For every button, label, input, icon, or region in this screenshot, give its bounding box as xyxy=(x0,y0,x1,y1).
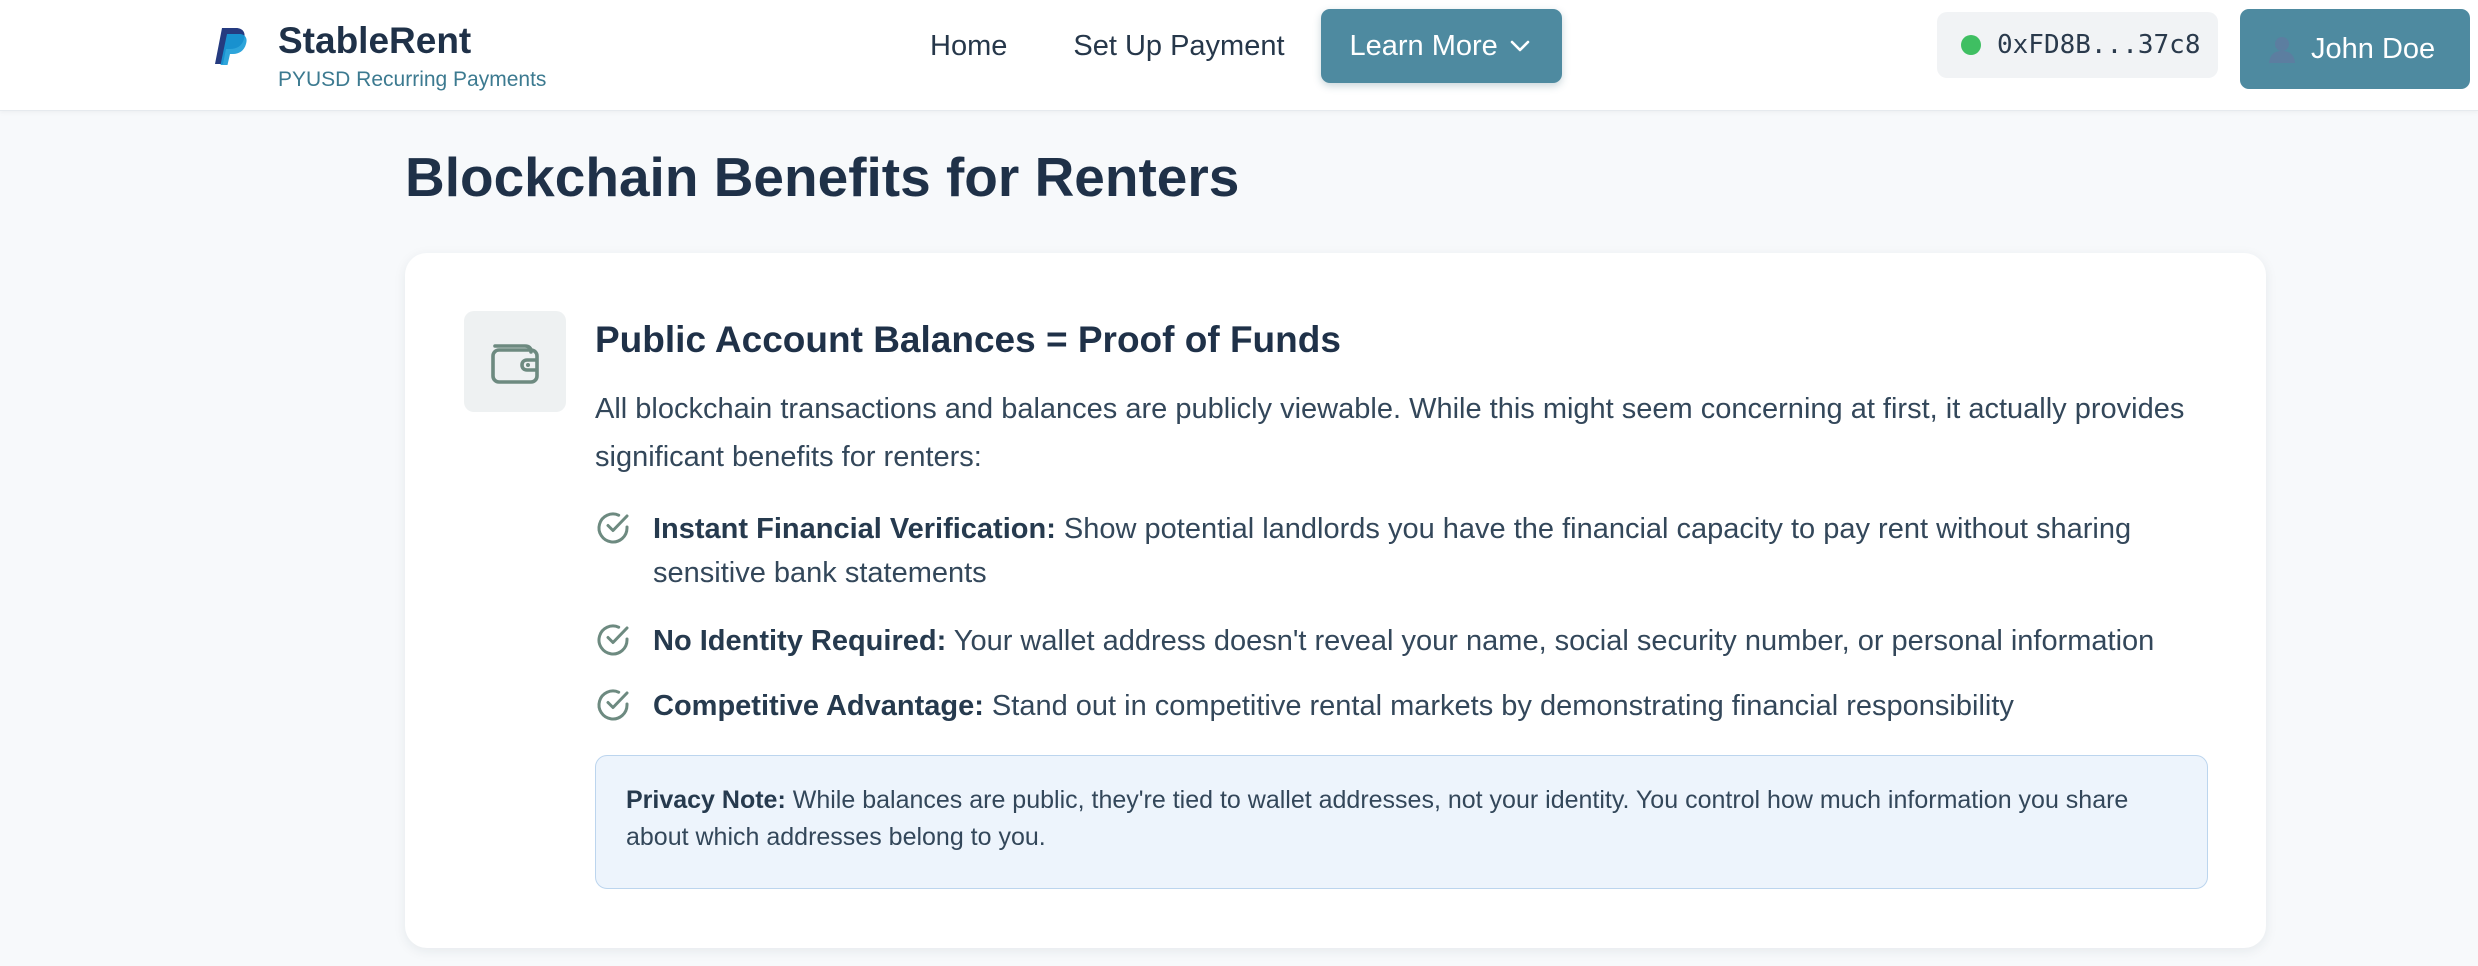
brand[interactable]: StableRent PYUSD Recurring Payments xyxy=(212,18,546,94)
nav-home-link[interactable]: Home xyxy=(930,30,1007,63)
benefit-title: Competitive Advantage: xyxy=(653,690,984,722)
wallet-icon xyxy=(491,343,539,384)
nav-setup-payment-link[interactable]: Set Up Payment xyxy=(1073,30,1284,63)
privacy-note-text: While balances are public, they're tied … xyxy=(626,786,2129,851)
check-circle-icon xyxy=(597,512,629,544)
brand-text: StableRent PYUSD Recurring Payments xyxy=(278,18,546,94)
feature-icon-box xyxy=(464,311,566,412)
benefit-text: Competitive Advantage: Stand out in comp… xyxy=(653,684,2014,728)
benefit-card: Public Account Balances = Proof of Funds… xyxy=(405,253,2266,948)
card-title: Public Account Balances = Proof of Funds xyxy=(595,319,1341,360)
page-title: Blockchain Benefits for Renters xyxy=(405,146,1240,208)
check-circle-icon xyxy=(597,689,629,721)
main-nav: Home Set Up Payment Learn More xyxy=(930,9,1562,83)
benefit-item: No Identity Required: Your wallet addres… xyxy=(595,619,2235,663)
benefit-title: Instant Financial Verification: xyxy=(653,513,1056,545)
wallet-address-chip[interactable]: 0xFD8B...37c8 xyxy=(1937,12,2218,78)
privacy-note: Privacy Note: While balances are public,… xyxy=(595,755,2208,889)
benefit-text: Instant Financial Verification: Show pot… xyxy=(653,507,2235,595)
benefit-title: No Identity Required: xyxy=(653,625,947,657)
connected-status-dot xyxy=(1961,35,1981,55)
learn-more-dropdown-button[interactable]: Learn More xyxy=(1320,9,1562,83)
benefit-description: Your wallet address doesn't reveal your … xyxy=(946,625,2155,657)
privacy-note-label: Privacy Note: xyxy=(626,786,786,814)
check-circle-icon xyxy=(597,624,629,656)
user-name: John Doe xyxy=(2311,32,2436,65)
brand-name: StableRent xyxy=(278,20,472,61)
chevron-down-icon xyxy=(1510,40,1530,52)
benefit-description: Stand out in competitive rental markets … xyxy=(983,690,2014,722)
paypal-logo-icon xyxy=(215,28,247,65)
card-description: All blockchain transactions and balances… xyxy=(595,393,2185,473)
learn-more-label: Learn More xyxy=(1349,29,1498,62)
benefit-item: Competitive Advantage: Stand out in comp… xyxy=(595,684,2235,728)
top-header: StableRent PYUSD Recurring Payments Home… xyxy=(0,0,2478,111)
user-avatar-icon xyxy=(2267,34,2297,64)
brand-subtitle: PYUSD Recurring Payments xyxy=(278,68,547,91)
benefit-item: Instant Financial Verification: Show pot… xyxy=(595,507,2235,595)
wallet-address: 0xFD8B...37c8 xyxy=(1997,30,2201,60)
benefit-text: No Identity Required: Your wallet addres… xyxy=(653,619,2154,663)
user-profile-button[interactable]: John Doe xyxy=(2240,9,2470,89)
